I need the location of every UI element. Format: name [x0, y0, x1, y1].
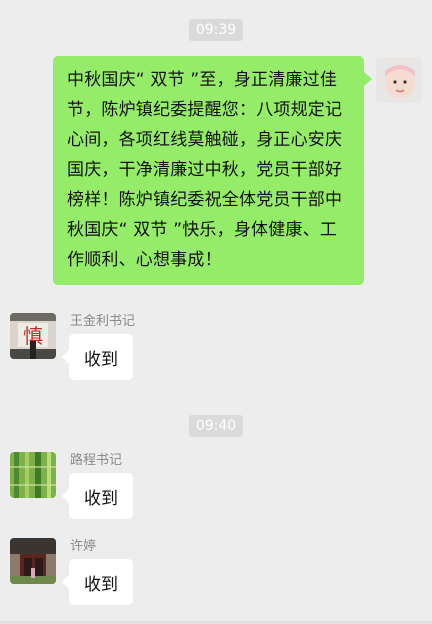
bamboo-photo-icon: [10, 452, 56, 498]
sender-name: 许婷: [70, 539, 97, 554]
self-avatar[interactable]: [376, 57, 422, 103]
temple-photo-icon: [10, 538, 56, 584]
received-message-bubble[interactable]: 收到: [62, 559, 133, 605]
received-message-text: 收到: [84, 488, 118, 509]
timestamp: 09:39: [188, 19, 244, 41]
received-message-bubble[interactable]: 收到: [62, 473, 133, 519]
received-message-bubble[interactable]: 收到: [62, 334, 133, 380]
sender-name: 王金利书记: [70, 314, 136, 329]
calligraphy-wall-photo-icon: 慎: [10, 313, 56, 359]
baby-photo-icon: [376, 57, 422, 103]
timestamp: 09:40: [188, 415, 244, 437]
avatar-xuting[interactable]: [10, 538, 56, 584]
received-message-text: 收到: [84, 349, 118, 370]
avatar-wangjinli[interactable]: 慎: [10, 313, 56, 359]
sent-message-text: 中秋国庆“ 双节 ”至，身正清廉过佳节，陈炉镇纪委提醒您：八项规定记心间，各项红…: [67, 70, 343, 270]
sent-message-bubble[interactable]: 中秋国庆“ 双节 ”至，身正清廉过佳节，陈炉镇纪委提醒您：八项规定记心间，各项红…: [53, 56, 372, 285]
received-message-text: 收到: [84, 574, 118, 595]
avatar-lucheng[interactable]: [10, 452, 56, 498]
sender-name: 路程书记: [70, 453, 123, 468]
